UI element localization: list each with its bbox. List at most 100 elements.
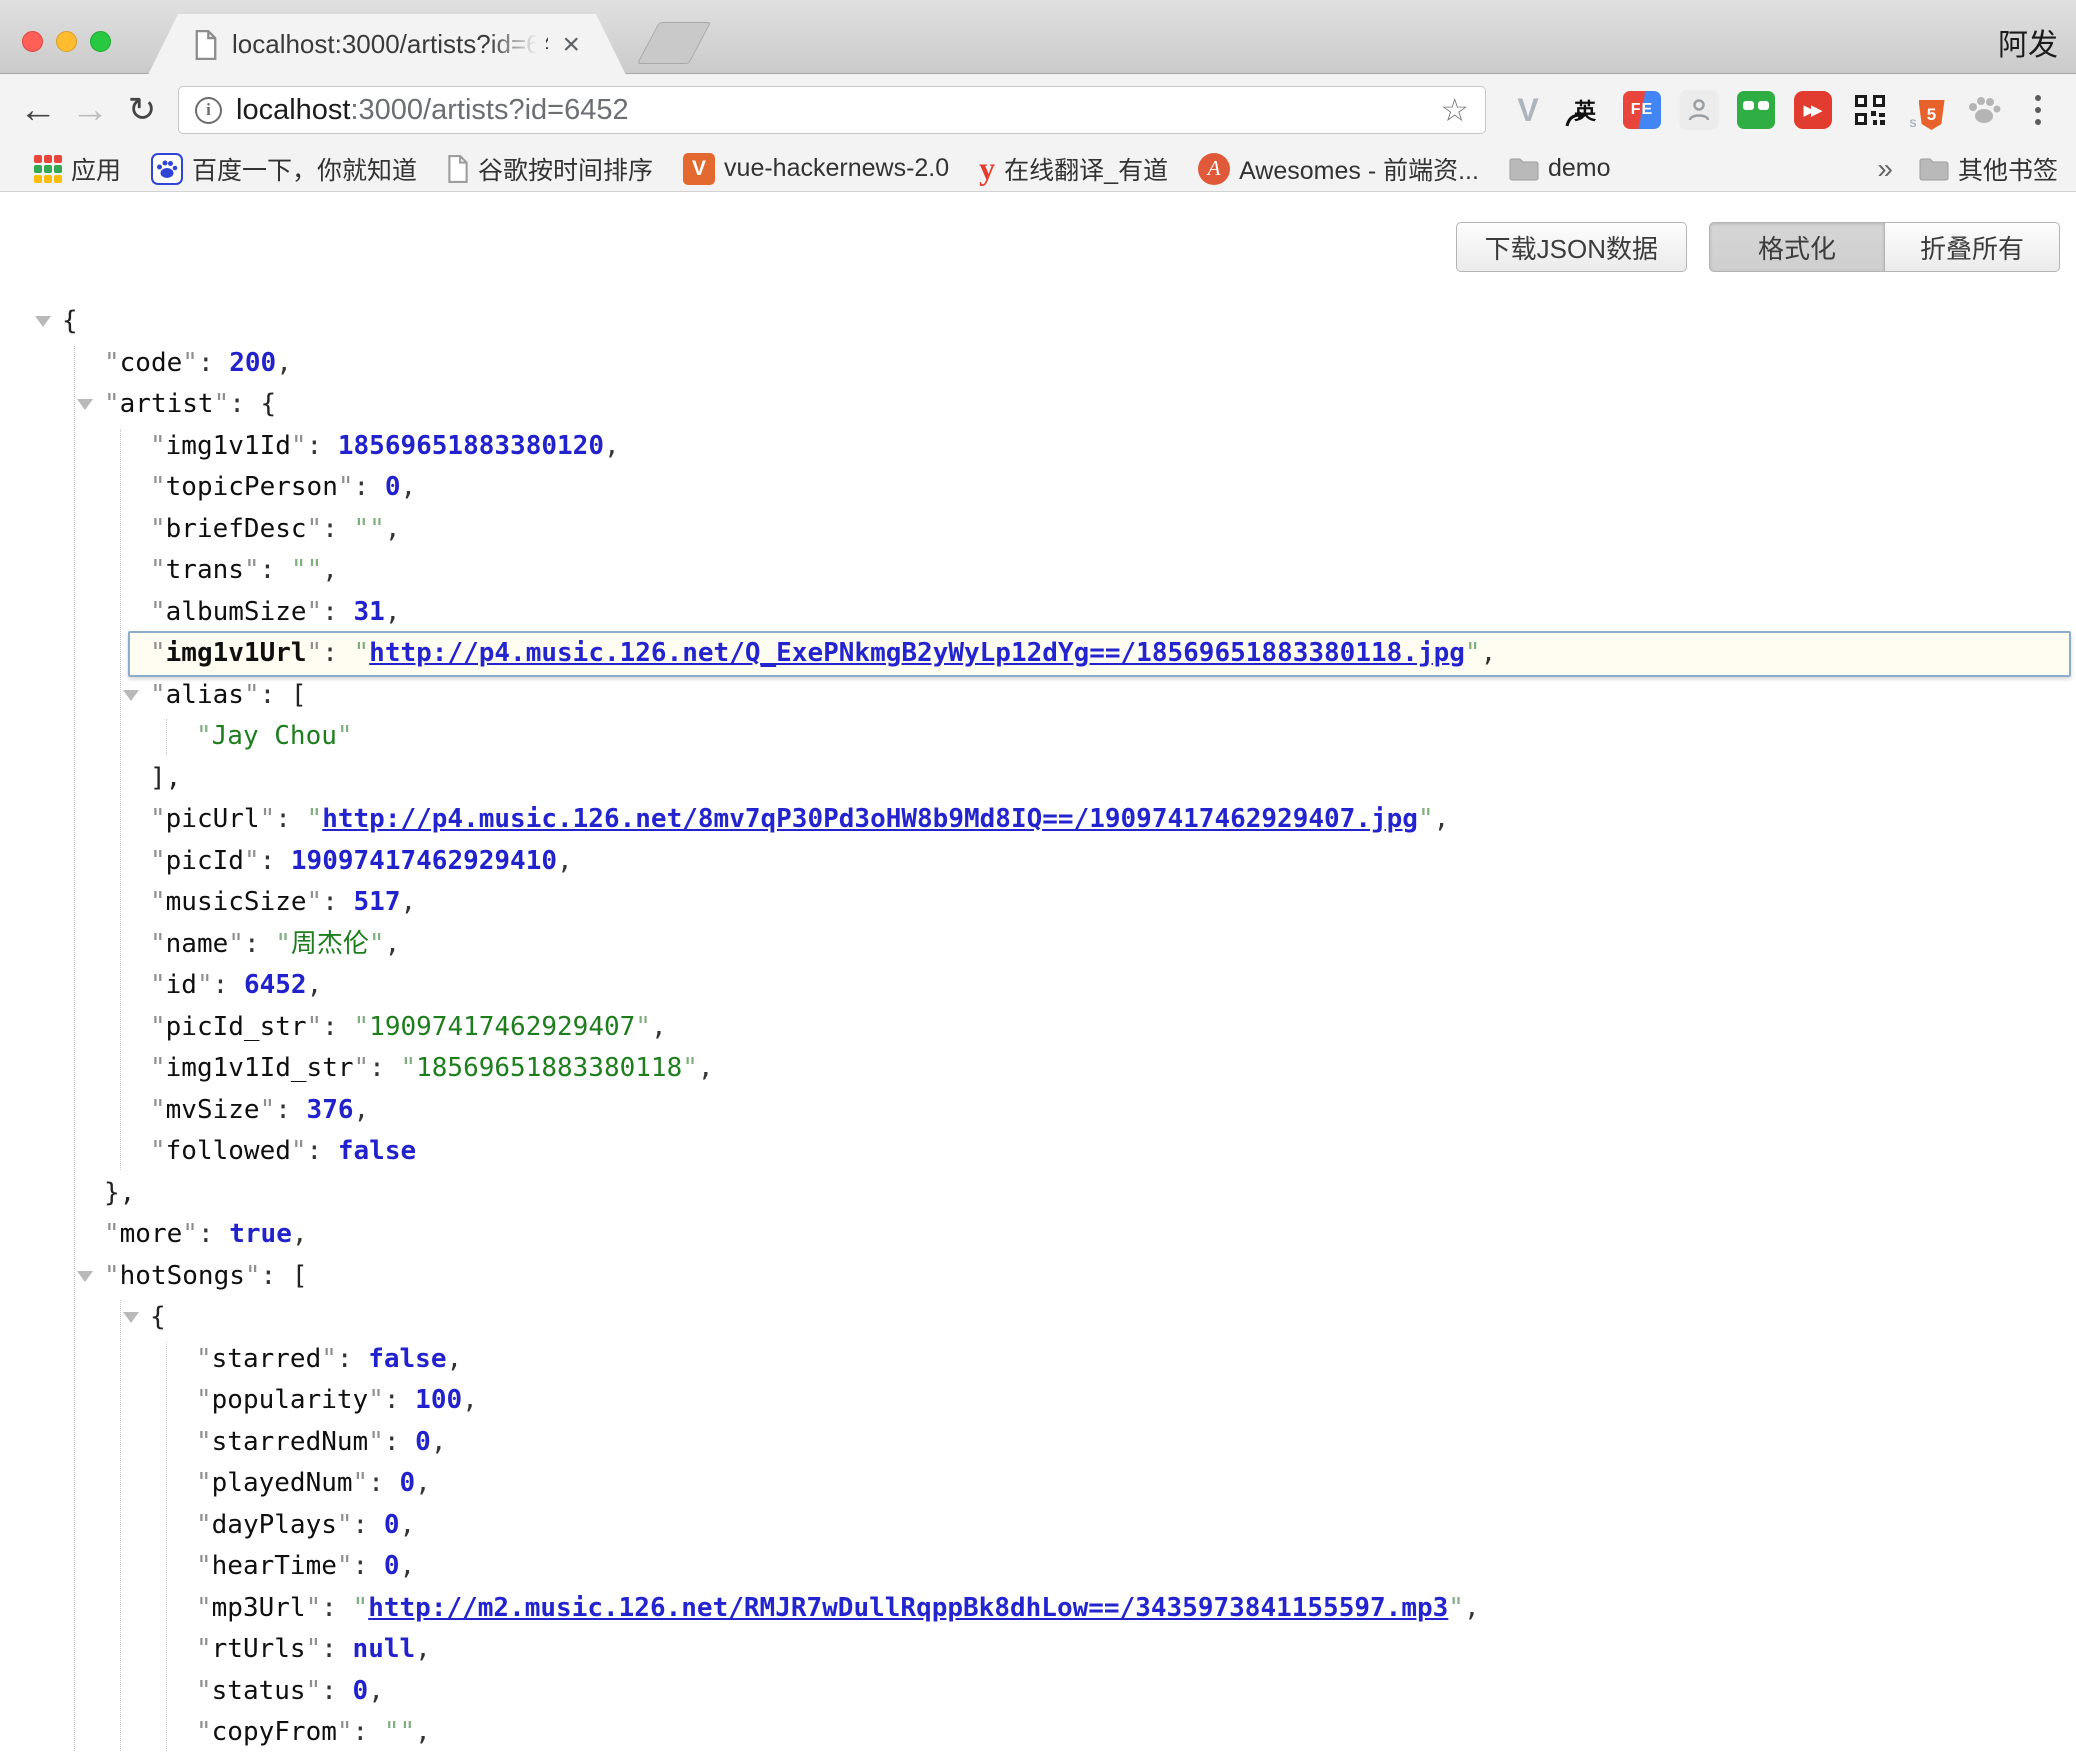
tampermonkey-icon[interactable] — [1736, 90, 1776, 130]
json-value: 0 — [400, 1468, 416, 1498]
json-viewer-actions: 下载JSON数据 格式化 折叠所有 — [0, 222, 2060, 272]
json-link[interactable]: http://p4.music.126.net/8mv7qP30Pd3oHW8b… — [322, 804, 1418, 834]
json-bracket: ], — [150, 763, 181, 793]
reload-icon[interactable]: ↻ — [116, 93, 168, 127]
bookmarks-list: 应用百度一下，你就知道谷歌按时间排序 Vvue-hackernews-2.0 y在线… — [34, 150, 1611, 187]
json-key: mp3Url — [212, 1593, 306, 1623]
json-value: 19097417462929410 — [291, 846, 557, 876]
html5-player-icon[interactable]: s 5 — [1907, 90, 1947, 130]
bookmark-item[interactable]: Vvue-hackernews-2.0 — [683, 153, 949, 185]
json-key: briefDesc — [166, 514, 307, 544]
bookmark-label: demo — [1548, 154, 1611, 183]
new-tab-button[interactable] — [637, 22, 711, 64]
bookmark-item[interactable]: 应用 — [34, 151, 121, 187]
url-path: :3000/artists?id=6452 — [350, 94, 628, 126]
close-window-icon[interactable] — [22, 31, 43, 52]
back-icon[interactable]: ← — [12, 91, 64, 129]
forward-icon[interactable]: → — [64, 91, 116, 129]
json-key: picUrl — [166, 804, 260, 834]
json-key: artist — [120, 389, 214, 419]
minimize-window-icon[interactable] — [56, 31, 77, 52]
baidu-bookmark-icon — [151, 153, 183, 185]
collapse-toggle-icon[interactable] — [77, 1271, 93, 1282]
profile-name[interactable]: 阿发 — [1998, 20, 2058, 64]
bookmark-star-icon[interactable]: ☆ — [1440, 91, 1469, 129]
bookmark-label: Awesomes - 前端资... — [1239, 151, 1479, 187]
collapse-all-button[interactable]: 折叠所有 — [1884, 222, 2060, 272]
youdao-bookmark-icon: y — [979, 150, 995, 187]
json-value: 0 — [384, 1551, 400, 1581]
bookmarks-bar: 应用百度一下，你就知道谷歌按时间排序 Vvue-hackernews-2.0 y在线… — [0, 146, 2076, 192]
vue-devtools-icon[interactable]: V — [1508, 90, 1548, 130]
json-row: "img1v1Id": 18569651883380120, — [0, 426, 2076, 468]
json-value: Jay Chou — [212, 721, 337, 751]
json-row: "popularity": 100, — [0, 1380, 2076, 1422]
site-info-icon[interactable]: i — [195, 97, 222, 124]
person-extension-icon[interactable] — [1679, 90, 1719, 130]
tab-close-icon[interactable]: × — [562, 30, 580, 60]
json-bracket: { — [150, 1302, 166, 1332]
json-value: 19097417462929407 — [369, 1012, 635, 1042]
tab-title-fade — [488, 28, 546, 61]
doc-bookmark-icon — [447, 155, 469, 183]
json-row: "playedNum": 0, — [0, 1463, 2076, 1505]
address-bar[interactable]: i localhost:3000/artists?id=6452 ☆ — [178, 86, 1486, 134]
json-row: "copyFrom": "", — [0, 1712, 2076, 1754]
json-key: name — [166, 929, 229, 959]
bookmark-item[interactable]: y在线翻译_有道 — [979, 150, 1168, 187]
json-bracket: [ — [292, 1261, 308, 1291]
json-row-selected: "img1v1Url": "http://p4.music.126.net/Q_… — [0, 633, 2076, 675]
download-json-button[interactable]: 下载JSON数据 — [1456, 222, 1687, 272]
json-value: false — [368, 1344, 446, 1374]
json-row: "img1v1Id_str": "18569651883380118", — [0, 1048, 2076, 1090]
collapse-toggle-icon[interactable] — [77, 399, 93, 410]
bookmark-item[interactable]: demo — [1509, 154, 1611, 183]
browser-tab[interactable]: localhost:3000/artists?id=645 × — [148, 14, 626, 75]
fe-extension-icon[interactable]: FE — [1622, 90, 1662, 130]
json-key: img1v1Url — [166, 638, 307, 668]
json-row: "hearTime": 0, — [0, 1546, 2076, 1588]
json-key: picId_str — [166, 1012, 307, 1042]
bookmarks-overflow-icon[interactable]: » — [1877, 153, 1893, 185]
translate-icon[interactable]: 英 — [1565, 90, 1605, 130]
video-speed-icon[interactable]: ▶▶ — [1793, 90, 1833, 130]
vue-bookmark-icon: V — [683, 153, 715, 185]
bookmark-item[interactable]: 谷歌按时间排序 — [447, 151, 653, 187]
json-row: "picUrl": "http://p4.music.126.net/8mv7q… — [0, 799, 2076, 841]
chrome-menu-icon[interactable] — [2018, 95, 2058, 125]
json-row: "id": 6452, — [0, 965, 2076, 1007]
qr-code-icon[interactable] — [1850, 90, 1890, 130]
collapse-toggle-icon[interactable] — [35, 316, 51, 327]
format-button[interactable]: 格式化 — [1709, 222, 1885, 272]
folder-bookmark-icon — [1509, 157, 1539, 181]
url-text[interactable]: localhost:3000/artists?id=6452 — [236, 94, 629, 127]
json-row: "hotSongs": [ — [0, 1256, 2076, 1298]
json-key: dayPlays — [212, 1510, 337, 1540]
json-bracket: { — [261, 389, 277, 419]
paw-extension-icon[interactable] — [1964, 90, 2004, 130]
json-link[interactable]: http://m2.music.126.net/RMJR7wDullRqppBk… — [368, 1593, 1448, 1623]
json-key: status — [212, 1676, 306, 1706]
json-row: "picId_str": "19097417462929407", — [0, 1007, 2076, 1049]
bookmarks-right: » 其他书签 — [1877, 151, 2058, 187]
json-row: "name": "周杰伦", — [0, 924, 2076, 966]
json-row: "more": true, — [0, 1214, 2076, 1256]
json-row: "Jay Chou" — [0, 716, 2076, 758]
bookmark-item[interactable]: AAwesomes - 前端资... — [1198, 151, 1479, 187]
collapse-toggle-icon[interactable] — [123, 690, 139, 701]
json-value: 0 — [415, 1427, 431, 1457]
json-row: "picId": 19097417462929410, — [0, 841, 2076, 883]
json-value: 18569651883380120 — [338, 431, 604, 461]
view-mode-group: 格式化 折叠所有 — [1709, 222, 2060, 272]
maximize-window-icon[interactable] — [90, 31, 111, 52]
other-bookmarks-folder[interactable]: 其他书签 — [1919, 151, 2058, 187]
bookmark-item[interactable]: 百度一下，你就知道 — [151, 151, 417, 187]
json-key: img1v1Id_str — [166, 1053, 354, 1083]
json-row: "mp3Url": "http://m2.music.126.net/RMJR7… — [0, 1588, 2076, 1630]
json-row: "dayPlays": 0, — [0, 1505, 2076, 1547]
json-row: "topicPerson": 0, — [0, 467, 2076, 509]
json-link[interactable]: http://p4.music.126.net/Q_ExePNkmgB2yWyL… — [369, 638, 1465, 668]
window-titlebar: localhost:3000/artists?id=645 × 阿发 — [0, 0, 2076, 74]
collapse-toggle-icon[interactable] — [123, 1312, 139, 1323]
json-value: 0 — [384, 1510, 400, 1540]
